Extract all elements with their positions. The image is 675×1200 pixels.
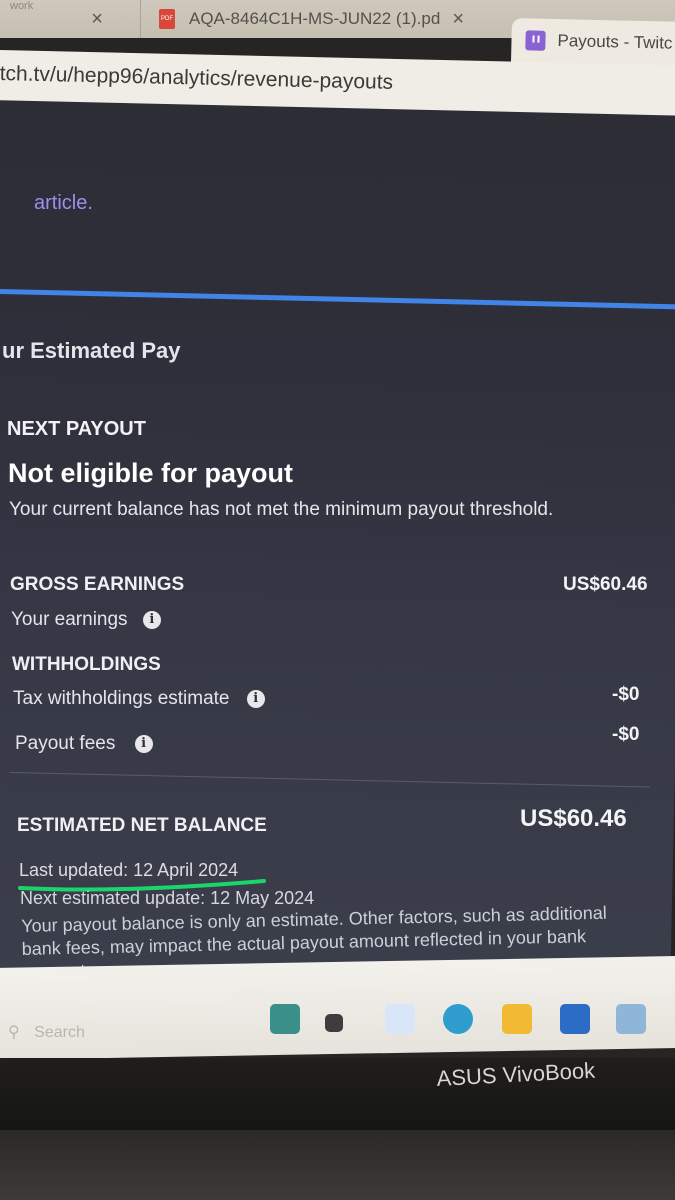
laptop-hinge bbox=[0, 1130, 675, 1200]
article-link[interactable]: article. bbox=[34, 192, 93, 215]
page-title: ur Estimated Pay bbox=[2, 338, 181, 363]
gross-earnings-heading: GROSS EARNINGS bbox=[10, 574, 185, 595]
task-view-icon[interactable] bbox=[325, 1014, 343, 1032]
tab-label: work bbox=[10, 0, 34, 12]
your-earnings-label: Your earnings bbox=[11, 609, 128, 630]
info-icon[interactable]: i bbox=[134, 734, 153, 753]
your-earnings-row: Your earnings i bbox=[11, 609, 161, 631]
next-update-text: Next estimated update: 12 May 2024 bbox=[20, 888, 315, 908]
tax-withholdings-value: -$0 bbox=[612, 684, 640, 705]
payout-fees-row: Payout fees i bbox=[15, 733, 153, 755]
taskbar-search[interactable]: ⚲ Search bbox=[8, 1022, 238, 1050]
search-placeholder: Search bbox=[34, 1024, 85, 1041]
tab-pdf[interactable]: PDF AQA-8464C1H-MS-JUN22 (1).pd × bbox=[140, 0, 529, 38]
tab-close-icon[interactable]: × bbox=[452, 8, 464, 31]
info-icon[interactable]: i bbox=[246, 689, 265, 708]
info-icon[interactable]: i bbox=[142, 610, 161, 629]
payout-fees-value: -$0 bbox=[612, 724, 640, 745]
tab-label: Payouts - Twitc bbox=[557, 31, 673, 53]
net-balance-value: US$60.46 bbox=[520, 805, 627, 832]
tax-withholdings-row: Tax withholdings estimate i bbox=[13, 688, 265, 710]
net-balance-heading: ESTIMATED NET BALANCE bbox=[17, 815, 267, 836]
payout-status: Not eligible for payout bbox=[8, 458, 294, 488]
tab-payouts[interactable]: Payouts - Twitc bbox=[511, 18, 675, 67]
word-icon[interactable] bbox=[560, 1004, 590, 1034]
pdf-icon: PDF bbox=[159, 9, 175, 29]
search-icon: ⚲ bbox=[8, 1024, 20, 1041]
tab-close-icon[interactable]: × bbox=[91, 8, 103, 31]
withholdings-heading: WITHHOLDINGS bbox=[12, 654, 161, 675]
tab-label: AQA-8464C1H-MS-JUN22 (1).pd bbox=[189, 9, 441, 28]
payout-status-message: Your current balance has not met the min… bbox=[9, 499, 554, 520]
tab-work[interactable]: work × bbox=[10, 0, 130, 38]
edge-icon[interactable] bbox=[443, 1004, 473, 1034]
payout-fees-label: Payout fees bbox=[15, 733, 116, 754]
widgets-icon[interactable] bbox=[270, 1004, 300, 1034]
gross-earnings-value: US$60.46 bbox=[563, 574, 648, 595]
next-payout-heading: NEXT PAYOUT bbox=[7, 418, 146, 440]
twitch-icon bbox=[525, 30, 546, 51]
file-explorer-icon[interactable] bbox=[502, 1004, 532, 1034]
tax-withholdings-label: Tax withholdings estimate bbox=[13, 688, 230, 709]
settings-icon[interactable] bbox=[616, 1004, 646, 1034]
copilot-icon[interactable] bbox=[385, 1004, 415, 1034]
